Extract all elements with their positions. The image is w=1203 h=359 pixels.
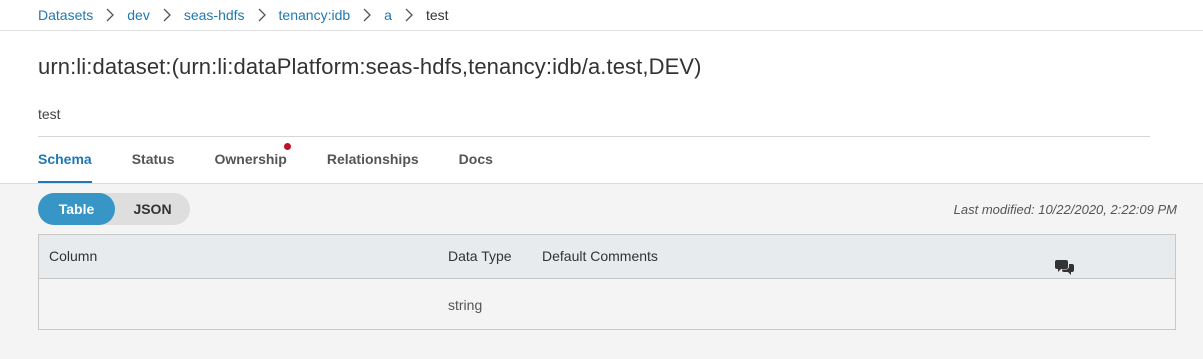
view-toggle: Table JSON [38,193,190,225]
breadcrumb-dev[interactable]: dev [127,7,150,23]
chevron-right-icon [363,8,372,22]
dataset-description: test [38,106,61,122]
page-title: urn:li:dataset:(urn:li:dataPlatform:seas… [38,54,702,79]
notification-dot [283,143,291,150]
table-header: Column Data Type Default Comments [39,235,1175,279]
column-header: Column [49,248,98,264]
data-type-header: Data Type [448,248,512,264]
tab-bar: Schema Status Ownership Relationships Do… [38,137,533,183]
chevron-right-icon [163,8,171,22]
table-view-button[interactable]: Table [38,193,115,225]
chevron-right-icon [258,8,266,22]
chevron-right-icon [405,8,413,22]
breadcrumb-datasets[interactable]: Datasets [38,7,93,23]
json-view-button[interactable]: JSON [115,193,190,225]
tab-status[interactable]: Status [132,137,175,181]
breadcrumb: Datasets dev seas-hdfs tenancy:idb a tes… [38,0,449,30]
tab-relationships[interactable]: Relationships [327,137,419,181]
tab-docs[interactable]: Docs [459,137,493,181]
tab-schema[interactable]: Schema [38,137,92,183]
default-comments-header: Default Comments [542,248,658,264]
breadcrumb-divider [0,30,1203,31]
chevron-right-icon [106,8,115,22]
tab-ownership-label: Ownership [214,151,287,167]
breadcrumb-tenancy-idb[interactable]: tenancy:idb [279,7,351,23]
schema-table: Column Data Type Default Comments string [38,234,1176,330]
last-modified-text: Last modified: 10/22/2020, 2:22:09 PM [953,202,1177,217]
table-row[interactable]: string [39,279,1175,329]
comments-icon[interactable] [1055,249,1075,275]
dataset-page: Datasets dev seas-hdfs tenancy:idb a tes… [0,0,1203,359]
breadcrumb-current: test [425,7,449,23]
data-type-cell: string [448,297,483,313]
breadcrumb-seas-hdfs[interactable]: seas-hdfs [184,7,245,23]
breadcrumb-a[interactable]: a [384,7,392,23]
schema-panel: Table JSON Last modified: 10/22/2020, 2:… [0,183,1203,359]
tab-ownership[interactable]: Ownership [214,137,291,181]
